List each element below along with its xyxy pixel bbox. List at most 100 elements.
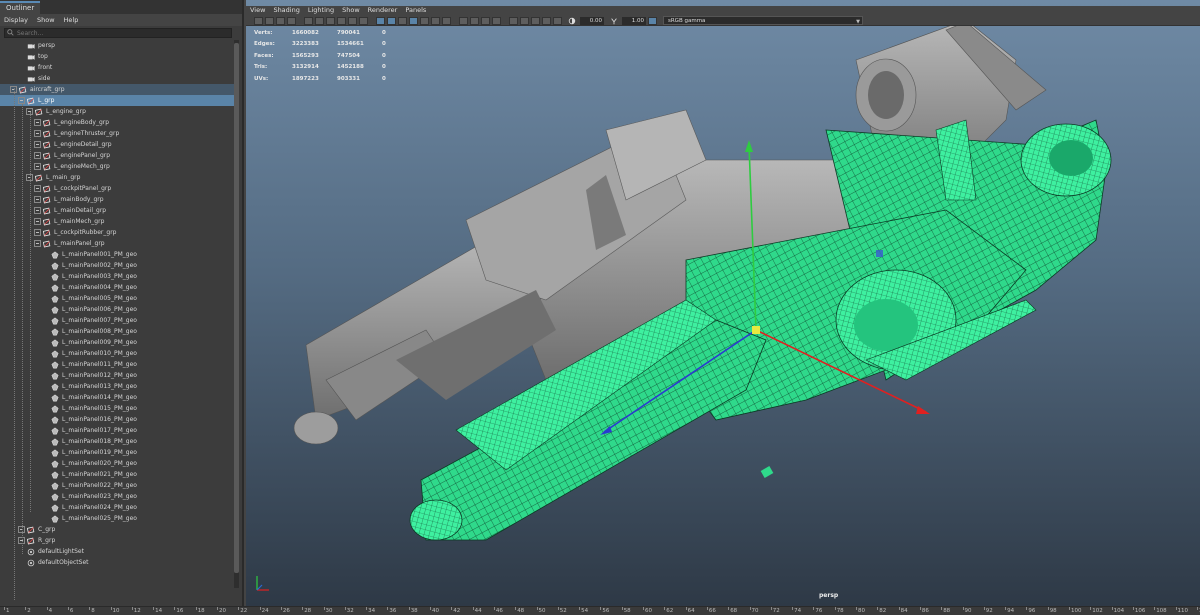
outliner-item[interactable]: L_mainPanel013_PM_geo — [0, 381, 236, 392]
field-chart-icon[interactable] — [348, 16, 357, 25]
expand-toggle-icon[interactable] — [34, 119, 41, 126]
xray-components-icon[interactable] — [542, 16, 551, 25]
search-input[interactable] — [4, 28, 232, 38]
menu-lighting[interactable]: Lighting — [308, 6, 334, 15]
camera-attributes-icon[interactable] — [265, 16, 274, 25]
outliner-item[interactable]: L_mainPanel004_PM_geo — [0, 282, 236, 293]
menu-panels[interactable]: Panels — [405, 6, 426, 15]
outliner-item[interactable]: L_grp — [0, 95, 236, 106]
outliner-item[interactable]: L_cockpitPanel_grp — [0, 183, 236, 194]
isolate-select-icon[interactable] — [509, 16, 518, 25]
outliner-item[interactable]: side — [0, 73, 236, 84]
view-transform-dropdown[interactable]: sRGB gamma ▼ — [663, 16, 863, 25]
outliner-item[interactable]: L_mainPanel_grp — [0, 238, 236, 249]
outliner-item[interactable]: L_mainPanel006_PM_geo — [0, 304, 236, 315]
viewport-panel[interactable]: View Shading Lighting Show Renderer Pane… — [246, 0, 1200, 606]
outliner-item[interactable]: L_mainPanel003_PM_geo — [0, 271, 236, 282]
gate-mask-icon[interactable] — [337, 16, 346, 25]
outliner-item[interactable]: L_engineBody_grp — [0, 117, 236, 128]
scrollbar-thumb[interactable] — [234, 43, 239, 573]
select-camera-icon[interactable] — [254, 16, 263, 25]
outliner-item[interactable]: L_mainPanel024_PM_geo — [0, 502, 236, 513]
outliner-item[interactable]: L_mainBody_grp — [0, 194, 236, 205]
menu-display[interactable]: Display — [4, 16, 28, 24]
outliner-item[interactable]: L_mainPanel023_PM_geo — [0, 491, 236, 502]
backface-culling-icon[interactable] — [553, 16, 562, 25]
outliner-item[interactable]: L_mainPanel025_PM_geo — [0, 513, 236, 524]
gamma-icon[interactable] — [610, 17, 618, 25]
depth-of-field-icon[interactable] — [492, 16, 501, 25]
use-all-lights-icon[interactable] — [431, 16, 440, 25]
gamma-field[interactable]: 1.00 — [622, 16, 646, 25]
outliner-item[interactable]: L_mainPanel005_PM_geo — [0, 293, 236, 304]
menu-show[interactable]: Show — [342, 6, 360, 15]
wireframe-icon[interactable] — [376, 16, 385, 25]
outliner-item[interactable]: L_mainPanel007_PM_geo — [0, 315, 236, 326]
time-slider[interactable]: 1 2 4 6 8 10 12 14 16 18 20 22 24 26 28 30 32 34 36 38 40 42 4… — [0, 606, 1200, 615]
outliner-item[interactable]: L_cockpitRubber_grp — [0, 227, 236, 238]
expand-toggle-icon[interactable] — [18, 97, 25, 104]
motion-blur-icon[interactable] — [470, 16, 479, 25]
outliner-item[interactable]: L_main_grp — [0, 172, 236, 183]
image-plane-icon[interactable] — [287, 16, 296, 25]
outliner-item[interactable]: C_grp — [0, 524, 236, 535]
ambient-occlusion-icon[interactable] — [459, 16, 468, 25]
outliner-item[interactable]: defaultLightSet — [0, 546, 236, 557]
outliner-item[interactable]: defaultObjectSet — [0, 557, 236, 568]
film-gate-icon[interactable] — [315, 16, 324, 25]
expand-toggle-icon[interactable] — [34, 207, 41, 214]
outliner-item[interactable]: L_mainPanel022_PM_geo — [0, 480, 236, 491]
outliner-item[interactable]: L_engineThruster_grp — [0, 128, 236, 139]
anti-aliasing-icon[interactable] — [481, 16, 490, 25]
safe-action-icon[interactable] — [359, 16, 368, 25]
menu-help[interactable]: Help — [64, 16, 79, 24]
expand-toggle-icon[interactable] — [34, 229, 41, 236]
grid-icon[interactable] — [304, 16, 313, 25]
outliner-item[interactable]: front — [0, 62, 236, 73]
menu-shading[interactable]: Shading — [273, 6, 299, 15]
pivot-locator[interactable] — [876, 250, 883, 257]
exposure-icon[interactable] — [568, 17, 576, 25]
resolution-gate-icon[interactable] — [326, 16, 335, 25]
outliner-item[interactable]: L_mainPanel002_PM_geo — [0, 260, 236, 271]
outliner-item[interactable]: L_mainPanel010_PM_geo — [0, 348, 236, 359]
scene-render[interactable] — [246, 0, 1200, 606]
color-management-icon[interactable] — [648, 16, 657, 25]
menu-view[interactable]: View — [250, 6, 265, 15]
expand-toggle-icon[interactable] — [34, 240, 41, 247]
exposure-field[interactable]: 0.00 — [580, 16, 604, 25]
outliner-item[interactable]: L_mainPanel014_PM_geo — [0, 392, 236, 403]
outliner-item[interactable]: L_engineMech_grp — [0, 161, 236, 172]
bookmark-icon[interactable] — [276, 16, 285, 25]
outliner-item[interactable]: L_mainMech_grp — [0, 216, 236, 227]
xray-joints-icon[interactable] — [531, 16, 540, 25]
tab-outliner[interactable]: Outliner — [0, 1, 41, 14]
outliner-item[interactable]: R_grp — [0, 535, 236, 546]
outliner-item[interactable]: L_mainPanel008_PM_geo — [0, 326, 236, 337]
outliner-item[interactable]: L_mainPanel012_PM_geo — [0, 370, 236, 381]
expand-toggle-icon[interactable] — [34, 152, 41, 159]
wireframe-on-shaded-icon[interactable] — [409, 16, 418, 25]
expand-toggle-icon[interactable] — [34, 141, 41, 148]
outliner-item[interactable]: L_enginePanel_grp — [0, 150, 236, 161]
shadows-icon[interactable] — [442, 16, 451, 25]
outliner-item[interactable]: persp — [0, 40, 236, 51]
expand-toggle-icon[interactable] — [34, 196, 41, 203]
outliner-item[interactable]: top — [0, 51, 236, 62]
outliner-item[interactable]: L_mainPanel017_PM_geo — [0, 425, 236, 436]
outliner-item[interactable]: L_mainPanel011_PM_geo — [0, 359, 236, 370]
outliner-item[interactable]: L_engineDetail_grp — [0, 139, 236, 150]
expand-toggle-icon[interactable] — [34, 185, 41, 192]
menu-renderer[interactable]: Renderer — [368, 6, 398, 15]
outliner-scrollbar[interactable] — [234, 40, 239, 588]
outliner-item[interactable]: L_mainPanel001_PM_geo — [0, 249, 236, 260]
smooth-shade-icon[interactable] — [387, 16, 396, 25]
default-material-icon[interactable] — [398, 16, 407, 25]
xray-icon[interactable] — [520, 16, 529, 25]
outliner-item[interactable]: L_mainPanel018_PM_geo — [0, 436, 236, 447]
outliner-item[interactable]: L_mainDetail_grp — [0, 205, 236, 216]
outliner-item[interactable]: L_engine_grp — [0, 106, 236, 117]
outliner-item[interactable]: L_mainPanel020_PM_geo — [0, 458, 236, 469]
outliner-item[interactable]: L_mainPanel015_PM_geo — [0, 403, 236, 414]
outliner-item[interactable]: L_mainPanel019_PM_geo — [0, 447, 236, 458]
